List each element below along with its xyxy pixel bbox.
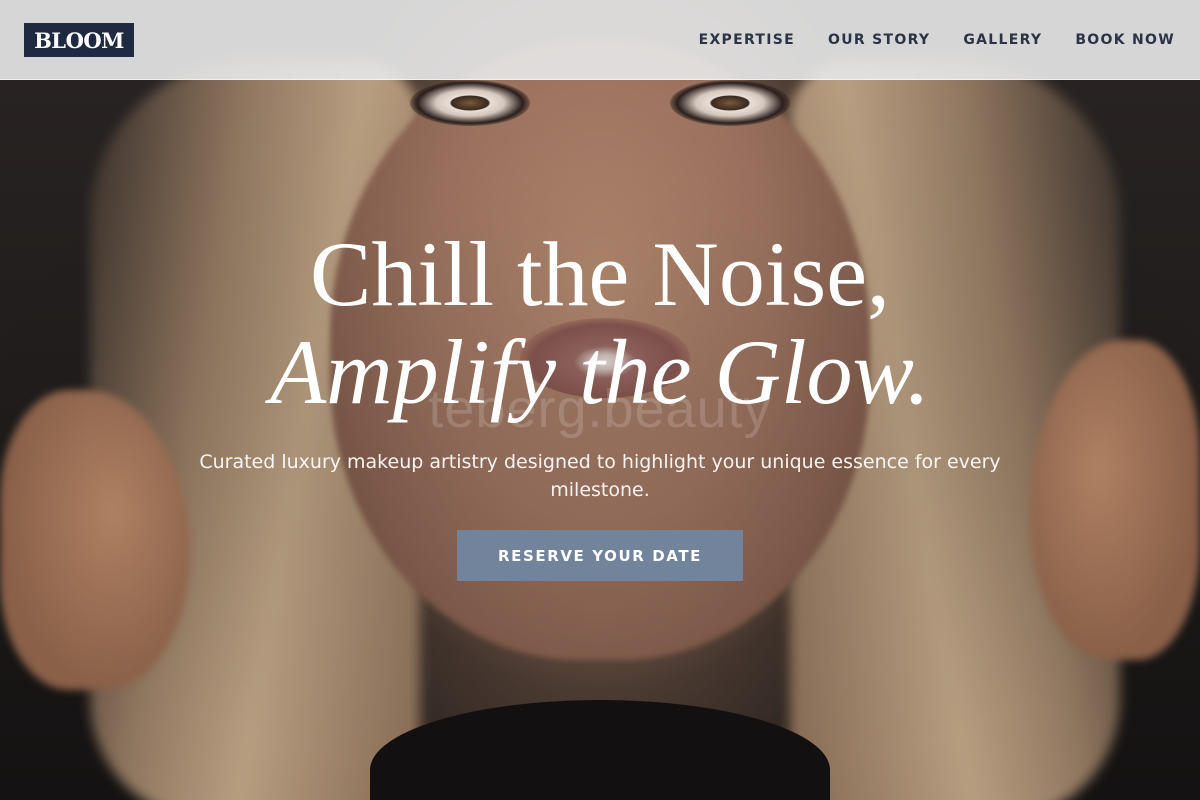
nav-link-gallery[interactable]: GALLERY	[963, 32, 1042, 48]
headline-line-1: Chill the Noise,	[309, 223, 891, 325]
watermark-text: teberg.beauty	[428, 379, 772, 439]
hero-subtitle: Curated luxury makeup artistry designed …	[199, 451, 1001, 501]
site-header: BLOOM EXPERTISE OUR STORY GALLERY BOOK N…	[0, 0, 1200, 80]
reserve-date-button[interactable]: RESERVE YOUR DATE	[457, 530, 743, 581]
brand-logo[interactable]: BLOOM	[24, 23, 134, 57]
nav-link-book-now[interactable]: BOOK NOW	[1075, 32, 1175, 48]
nav-link-our-story[interactable]: OUR STORY	[828, 32, 930, 48]
main-nav: EXPERTISE OUR STORY GALLERY BOOK NOW	[699, 0, 1175, 80]
nav-link-expertise[interactable]: EXPERTISE	[699, 32, 795, 48]
